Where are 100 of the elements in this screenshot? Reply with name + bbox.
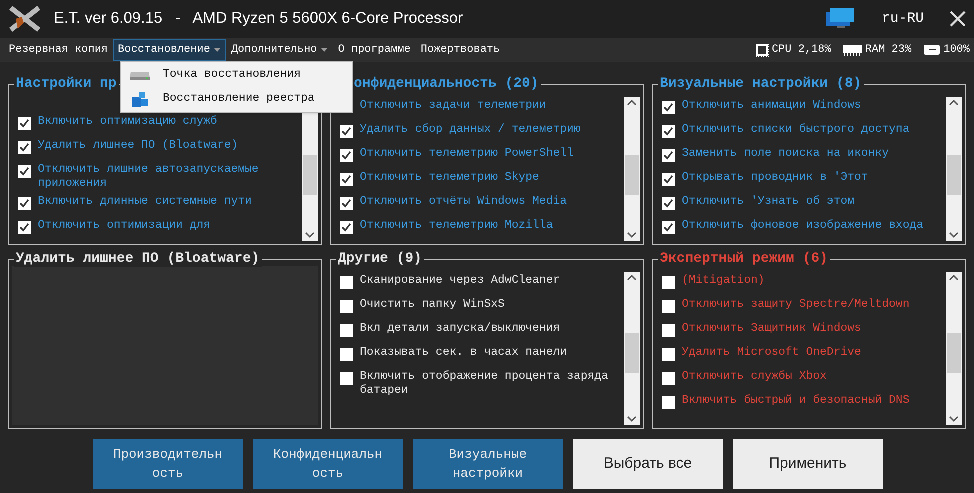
battery-icon [924,45,941,55]
checkbox[interactable] [18,165,31,178]
language-label[interactable]: ru-RU [882,8,924,30]
option-label[interactable]: Показывать сек. в часах панели [360,346,568,360]
scrollbar-thumb[interactable] [625,333,639,374]
action-button[interactable]: Применить [733,439,883,489]
option-label[interactable]: Отключить анимации Windows [682,99,862,113]
option-label[interactable]: Отключить телеметрию PowerShell [360,147,574,161]
checkbox[interactable] [340,348,353,361]
option-label[interactable]: Включить быстрый и безопасный DNS [682,394,910,408]
scrollbar[interactable] [624,272,640,425]
scroll-down-icon[interactable] [627,231,637,239]
checkbox[interactable] [18,141,31,154]
option-label[interactable]: Отключить службы Xbox [682,370,827,384]
option-label[interactable]: Отключить списки быстрого доступа [682,123,910,137]
option-label[interactable]: Отключить телеметрию Skype [360,171,540,185]
caret-icon [214,48,222,52]
checkbox[interactable] [662,221,675,234]
option-label[interactable]: Очистить папку WinSxS [360,298,505,312]
panel-title: онфиденциальность (20) [352,76,541,92]
scroll-up-icon[interactable] [949,99,959,107]
panel-title: Настройки пр [14,76,119,92]
menu-item[interactable]: Пожертвовать [416,39,506,61]
scroll-up-icon[interactable] [627,274,637,282]
checkbox[interactable] [662,348,675,361]
option-label[interactable]: Отключить отчёты Windows Media [360,195,568,209]
checkbox[interactable] [662,396,675,409]
panel-title: Другие (9) [336,251,424,267]
category-button[interactable]: Производительность [93,439,243,489]
panel-title: Визуальные настройки (8) [658,76,864,92]
checkbox[interactable] [662,197,675,210]
scrollbar-thumb[interactable] [625,154,639,195]
checkbox[interactable] [662,300,675,313]
option-label[interactable]: Отключить оптимизации для [38,219,211,233]
scrollbar-thumb[interactable] [303,154,317,195]
checkbox[interactable] [340,372,353,385]
option-label[interactable]: Удалить сбор данных / телеметрию [360,123,581,137]
checkbox[interactable] [662,173,675,186]
scroll-down-icon[interactable] [627,415,637,423]
option-label[interactable]: Заменить поле поиска на иконку [682,147,890,161]
checkbox[interactable] [662,125,675,138]
checkbox[interactable] [662,149,675,162]
option-label[interactable]: Отключить задачи телеметрии [360,99,546,113]
checkbox[interactable] [340,197,353,210]
option-label[interactable]: Открывать проводник в 'Этот [682,171,868,185]
checkbox[interactable] [340,300,353,313]
dropdown-item[interactable]: Восстановление реестра [121,87,352,111]
option-label[interactable]: Отключить фоновое изображение входа [682,219,924,233]
memory-icon [843,44,862,56]
category-button[interactable]: Конфиденциальность [253,439,403,489]
checkbox[interactable] [340,324,353,337]
panel-title: Экспертный режим (6) [658,251,830,267]
scroll-down-icon[interactable] [949,231,959,239]
option-label[interactable]: Удалить Microsoft OneDrive [682,346,862,360]
scroll-down-icon[interactable] [949,415,959,423]
category-button[interactable]: Визуальные настройки [413,439,563,489]
option-label[interactable]: Отключить телеметрию Mozilla [360,219,554,233]
scroll-down-icon[interactable] [305,231,315,239]
scroll-up-icon[interactable] [949,274,959,282]
checkbox[interactable] [662,372,675,385]
scrollbar[interactable] [624,97,640,241]
checkbox[interactable] [662,324,675,337]
option-label[interactable]: Вкл детали запуска/выключения [360,322,560,336]
checkbox[interactable] [662,276,675,289]
scrollbar-thumb[interactable] [947,333,961,374]
checkbox[interactable] [18,221,31,234]
option-label[interactable]: Включить отображение процента заряда батареи [360,370,620,398]
panel-title: Удалить лишнее ПО (Bloatware) [14,251,262,267]
option-label[interactable]: Включить длинные системные пути [38,195,252,209]
ram-usage: RAM 23% [865,42,912,58]
close-icon[interactable] [950,11,966,27]
scrollbar[interactable] [946,272,962,425]
checkbox[interactable] [340,221,353,234]
menu-item[interactable]: Восстановление [113,39,226,61]
monitor-icon[interactable] [826,8,854,30]
option-label[interactable]: (Mitigation) [682,274,765,288]
option-label[interactable]: Включить оптимизацию служб [38,115,218,129]
checkbox[interactable] [18,197,31,210]
drive-icon [129,69,151,81]
option-label[interactable]: Отключить лишние автозапускаемые приложения [38,163,298,191]
option-label[interactable]: Отключить Защитник Windows [682,322,862,336]
menu-item[interactable]: Резервная копия [4,39,114,61]
scroll-up-icon[interactable] [627,99,637,107]
checkbox[interactable] [662,101,675,114]
checkbox[interactable] [340,125,353,138]
option-label[interactable]: Отключить защиту Spectre/Meltdown [682,298,910,312]
scrollbar[interactable] [946,97,962,241]
menu-item[interactable]: Дополнительно [226,39,334,61]
checkbox[interactable] [340,276,353,289]
scrollbar-thumb[interactable] [947,154,961,195]
action-button[interactable]: Выбрать все [573,439,723,489]
checkbox[interactable] [340,149,353,162]
checkbox[interactable] [18,117,31,130]
option-label[interactable]: Удалить лишнее ПО (Bloatware) [38,139,238,153]
dropdown-item[interactable]: Точка восстановления [121,63,352,87]
window-title: E.T. ver 6.09.15 - AMD Ryzen 5 5600X 6-Core Processor [54,9,464,30]
menu-item[interactable]: О программе [333,39,416,61]
checkbox[interactable] [340,173,353,186]
option-label[interactable]: Отключить 'Узнать об этом [682,195,855,209]
option-label[interactable]: Сканирование через AdwCleaner [360,274,560,288]
